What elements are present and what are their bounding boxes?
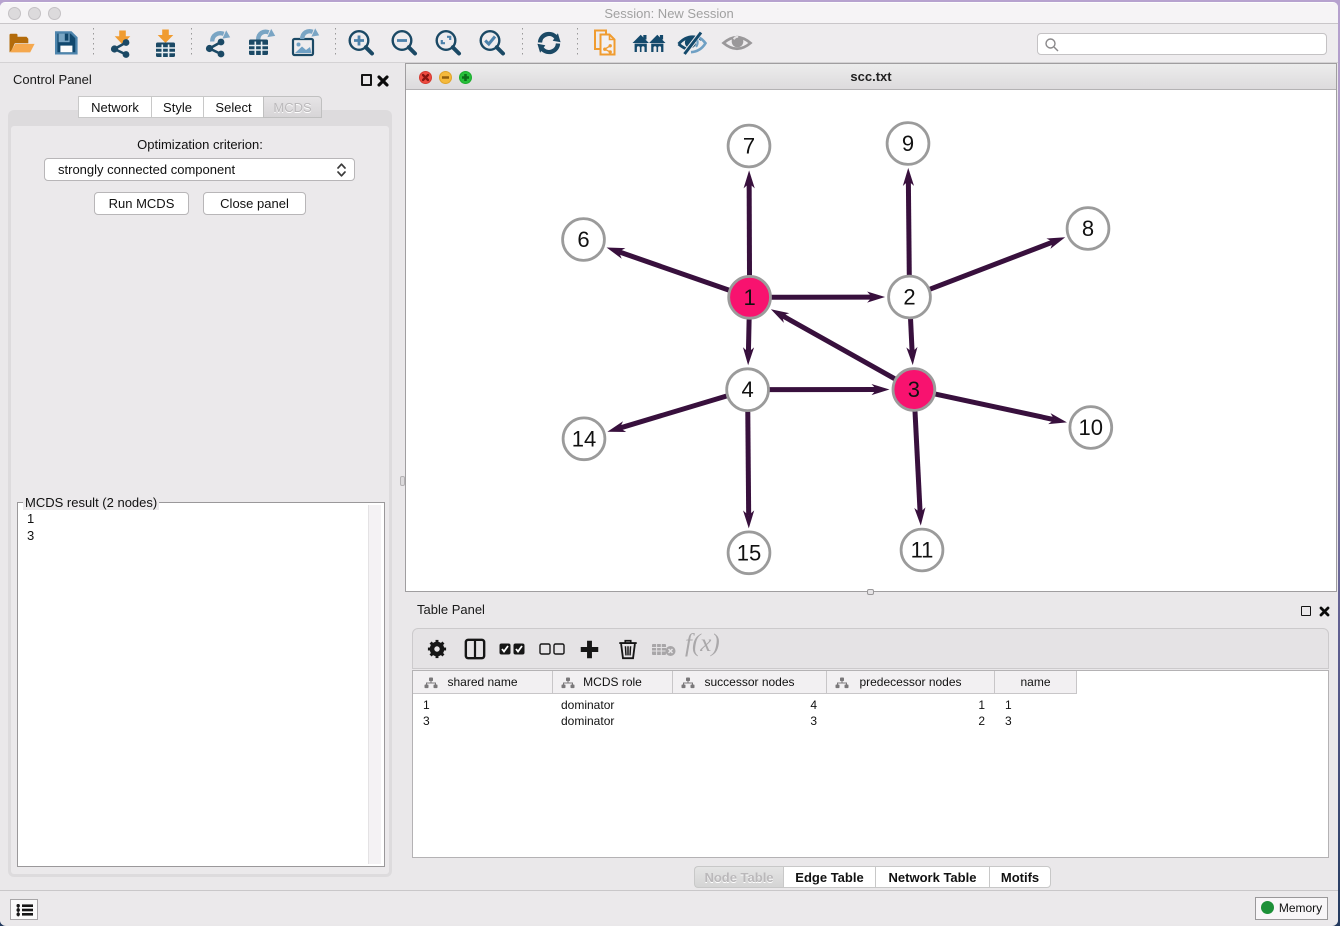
svg-text:4: 4 xyxy=(741,377,753,402)
svg-text:7: 7 xyxy=(743,134,755,159)
svg-text:3: 3 xyxy=(908,377,920,402)
svg-text:8: 8 xyxy=(1082,216,1094,241)
svg-text:1: 1 xyxy=(743,285,755,310)
svg-text:10: 10 xyxy=(1079,415,1103,440)
svg-text:2: 2 xyxy=(903,285,915,310)
svg-text:14: 14 xyxy=(572,426,596,451)
svg-text:11: 11 xyxy=(911,538,934,563)
svg-text:6: 6 xyxy=(577,227,589,252)
svg-text:9: 9 xyxy=(902,131,914,156)
svg-text:15: 15 xyxy=(737,540,761,565)
